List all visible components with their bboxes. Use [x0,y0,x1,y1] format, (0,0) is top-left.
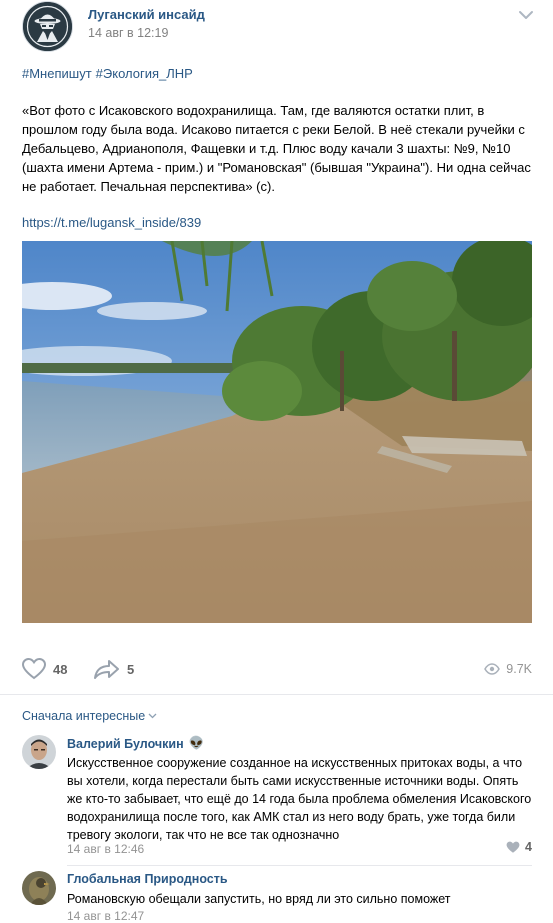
user-avatar [22,871,56,905]
section-divider [0,694,553,695]
post-date[interactable]: 14 авг в 12:19 [88,26,168,40]
spy-logo-icon [23,2,72,51]
comment-author[interactable]: Глобальная Природность [67,872,228,886]
reservoir-photo [22,241,532,623]
hashtag-link[interactable]: #Экология_ЛНР [96,66,193,81]
heart-icon [506,841,520,853]
comment-text: Романовскую обещали запустить, но вряд л… [67,892,451,906]
comment-author-name: Валерий Булочкин [67,736,184,751]
post-actions: 48 5 9.7K [22,656,534,684]
hashtag-link[interactable]: #Мнепишут [22,66,92,81]
post-header: Луганский инсайд 14 авг в 12:19 [22,0,542,52]
comments-sort-dropdown[interactable]: Сначала интересные [22,709,157,723]
post-text: «Вот фото с Исаковского водохранилища. Т… [22,103,531,194]
views-counter: 9.7K [484,658,532,680]
comment-text: Искусственное сооружение созданное на ис… [67,756,532,842]
like-button[interactable]: 48 [22,656,67,682]
chevron-down-icon[interactable] [518,10,534,20]
post-hashtags: #Мнепишут #Экология_ЛНР [22,64,534,83]
comment-date[interactable]: 14 авг в 12:47 [67,909,144,923]
views-count: 9.7K [506,662,532,676]
chevron-down-icon [148,713,157,719]
share-count: 5 [127,661,135,677]
like-count: 48 [53,661,68,677]
alien-emoji: 👽 [188,736,205,750]
post-photo[interactable] [22,241,532,623]
comment-author-name: Глобальная Природность [67,872,228,886]
post-author[interactable]: Луганский инсайд [88,7,205,22]
user-avatar [22,735,56,769]
comment-avatar[interactable] [22,871,56,905]
share-icon [94,660,119,679]
sort-label: Сначала интересные [22,709,146,723]
community-avatar[interactable] [22,1,73,52]
comment-author[interactable]: Валерий Булочкин 👽 [67,736,204,751]
post-link[interactable]: https://t.me/lugansk_inside/839 [22,213,534,232]
comment-avatar[interactable] [22,735,56,769]
share-button[interactable]: 5 [94,656,134,682]
comment-item: Валерий Булочкин 👽 Искусственное сооруже… [22,735,534,860]
comment-like-button[interactable]: 4 [506,840,532,854]
heart-icon [22,658,46,680]
comment-like-count: 4 [525,840,532,854]
eye-icon [484,663,501,675]
comment-item: Глобальная Природность Романовскую обеща… [22,871,534,923]
comment-date[interactable]: 14 авг в 12:46 [67,842,144,856]
comment-divider [67,865,532,866]
